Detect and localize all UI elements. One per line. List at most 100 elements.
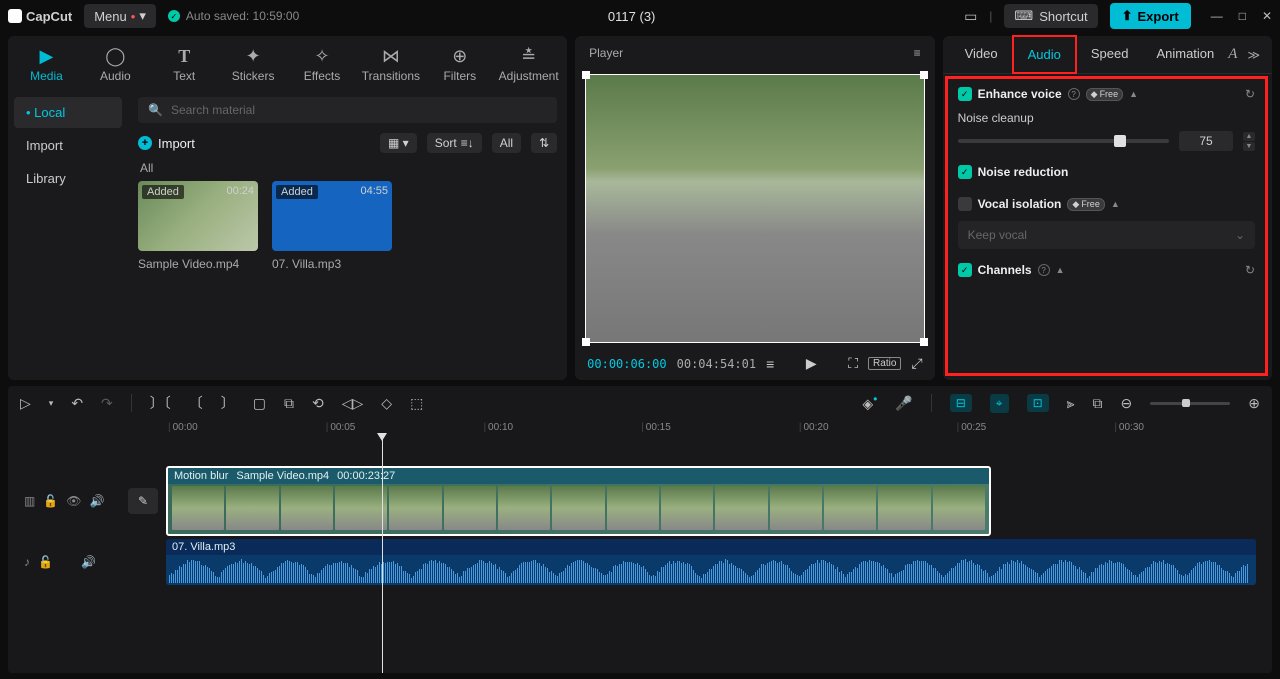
tab-media[interactable]: ▶Media [12, 42, 81, 91]
player-menu-icon[interactable]: ≡ [914, 46, 921, 60]
track-settings-icon[interactable]: ▥ [24, 494, 35, 508]
player-label: Player [589, 46, 623, 60]
minimize-icon[interactable]: — [1211, 9, 1223, 23]
copy-tool[interactable]: ⧉ [284, 395, 294, 412]
view-mode-button[interactable]: ▦ ▾ [380, 133, 417, 153]
preview-tool[interactable]: ⧉ [1093, 395, 1103, 412]
tool-dropdown[interactable]: ▾ [49, 398, 54, 409]
track-edit-button[interactable]: ✎ [128, 488, 158, 514]
library-all-label: All [140, 161, 557, 175]
vocal-isolation-checkbox[interactable] [958, 197, 972, 211]
info-icon[interactable]: ? [1068, 88, 1080, 100]
app-logo: CapCut [8, 9, 72, 24]
close-icon[interactable]: ✕ [1262, 9, 1272, 23]
fullscreen-icon[interactable]: ⤢ [911, 355, 922, 372]
reverse-tool[interactable]: ⟲ [312, 395, 324, 412]
tab-filters[interactable]: ⊕Filters [425, 42, 494, 91]
split-tool[interactable]: 〕〔 [150, 393, 171, 413]
track-audio-icon[interactable]: 🔊 [81, 555, 96, 569]
noise-cleanup-value[interactable]: 75 [1179, 131, 1233, 151]
free-badge: ◆ Free [1086, 88, 1123, 101]
reset-icon[interactable]: ↻ [1245, 87, 1255, 101]
playhead[interactable] [382, 435, 383, 673]
free-badge: ◆ Free [1067, 198, 1104, 211]
source-library[interactable]: Library [14, 163, 122, 194]
trim-left-tool[interactable]: 〔 [189, 393, 203, 413]
noise-cleanup-slider[interactable] [958, 139, 1169, 143]
player-canvas[interactable] [585, 74, 924, 343]
stepper-up[interactable]: ▲ [1243, 132, 1255, 141]
list-icon[interactable]: ≡ [766, 356, 774, 372]
mic-tool[interactable]: 🎤 [895, 395, 912, 412]
link-tool[interactable]: ⊡ [1027, 394, 1049, 412]
insp-tab-video[interactable]: Video [951, 36, 1012, 73]
maximize-icon[interactable]: □ [1239, 9, 1246, 23]
tab-text[interactable]: TText [150, 42, 219, 91]
insp-tab-audio[interactable]: Audio [1014, 37, 1075, 72]
zoom-out-button[interactable]: ⊖ [1121, 395, 1133, 412]
track-music-icon[interactable]: ♪ [24, 555, 30, 569]
stepper-down[interactable]: ▼ [1243, 142, 1255, 151]
collapse-icon[interactable]: ▲ [1111, 199, 1120, 209]
collapse-icon[interactable]: ▲ [1129, 89, 1138, 99]
project-title: 0117 (3) [311, 9, 952, 24]
filter-button[interactable]: ⇅ [531, 133, 557, 153]
pointer-tool[interactable]: ▷ [20, 395, 31, 412]
track-audio-icon[interactable]: 🔊 [90, 494, 105, 508]
export-button[interactable]: ⬆Export [1110, 3, 1191, 29]
track-lock-icon[interactable]: 🔓 [38, 555, 53, 569]
trim-right-tool[interactable]: 〕 [221, 393, 235, 413]
play-button[interactable]: ▶ [806, 355, 817, 372]
total-time: 00:04:54:01 [677, 357, 756, 371]
info-icon[interactable]: ? [1038, 264, 1050, 276]
delete-tool[interactable]: ▢ [253, 395, 266, 412]
channels-label: Channels [978, 263, 1032, 277]
rotate-tool[interactable]: ◇ [381, 395, 392, 412]
ratio-button[interactable]: Ratio [868, 357, 901, 370]
zoom-in-button[interactable]: ⊕ [1248, 395, 1260, 412]
vocal-isolation-select[interactable]: Keep vocal⌄ [958, 221, 1255, 249]
keyframe-tool[interactable]: ◈• [862, 393, 877, 413]
media-item[interactable]: Added 00:24 Sample Video.mp4 [138, 181, 258, 271]
reset-icon[interactable]: ↻ [1245, 263, 1255, 277]
mirror-tool[interactable]: ◁▷ [342, 395, 364, 412]
source-local[interactable]: Local [14, 97, 122, 128]
video-clip[interactable]: Motion blur Sample Video.mp4 00:00:23:27 [166, 466, 991, 536]
magnet-tool[interactable]: ⌖ [990, 394, 1009, 413]
ai-icon[interactable]: A [1228, 46, 1237, 63]
audio-clip[interactable]: 07. Villa.mp3 [166, 539, 1256, 585]
search-input[interactable]: 🔍Search material [138, 97, 557, 123]
align-tool[interactable]: ⫸ [1067, 395, 1075, 412]
insp-tab-speed[interactable]: Speed [1077, 36, 1143, 73]
enhance-voice-checkbox[interactable]: ✓ [958, 87, 972, 101]
tab-audio[interactable]: ◯Audio [81, 42, 150, 91]
tab-stickers[interactable]: ✦Stickers [219, 42, 288, 91]
insp-tab-animation[interactable]: Animation [1142, 36, 1228, 73]
undo-button[interactable]: ↶ [71, 395, 83, 412]
focus-icon[interactable]: ⛶ [848, 355, 858, 372]
noise-reduction-checkbox[interactable]: ✓ [958, 165, 972, 179]
timeline-ruler[interactable]: 00:0000:0500:10 00:1500:2000:2500:30 [8, 420, 1272, 435]
channels-checkbox[interactable]: ✓ [958, 263, 972, 277]
sort-button[interactable]: Sort ≡↓ [427, 133, 482, 153]
tab-adjustment[interactable]: ≛Adjustment [494, 42, 563, 91]
source-import[interactable]: Import [14, 130, 122, 161]
shortcut-button[interactable]: ⌨Shortcut [1004, 4, 1097, 28]
aspect-icon[interactable]: ▭ [964, 8, 977, 25]
snap-tool[interactable]: ⊟ [950, 394, 972, 412]
more-icon[interactable]: ≫ [1247, 48, 1260, 62]
tab-transitions[interactable]: ⋈Transitions [356, 42, 425, 91]
zoom-slider[interactable] [1150, 402, 1230, 405]
menu-button[interactable]: Menu • ▾ [84, 4, 156, 28]
media-item[interactable]: Added 04:55 07. Villa.mp3 [272, 181, 392, 271]
track-visible-icon[interactable]: 👁 [66, 494, 81, 508]
crop-tool[interactable]: ⬚ [410, 395, 423, 412]
filter-all-button[interactable]: All [492, 133, 521, 153]
noise-reduction-label: Noise reduction [978, 165, 1069, 179]
collapse-icon[interactable]: ▲ [1056, 265, 1065, 275]
import-button[interactable]: +Import [138, 136, 195, 151]
redo-button[interactable]: ↷ [101, 395, 113, 412]
track-lock-icon[interactable]: 🔓 [43, 494, 58, 508]
enhance-voice-label: Enhance voice [978, 87, 1062, 101]
tab-effects[interactable]: ✧Effects [288, 42, 357, 91]
